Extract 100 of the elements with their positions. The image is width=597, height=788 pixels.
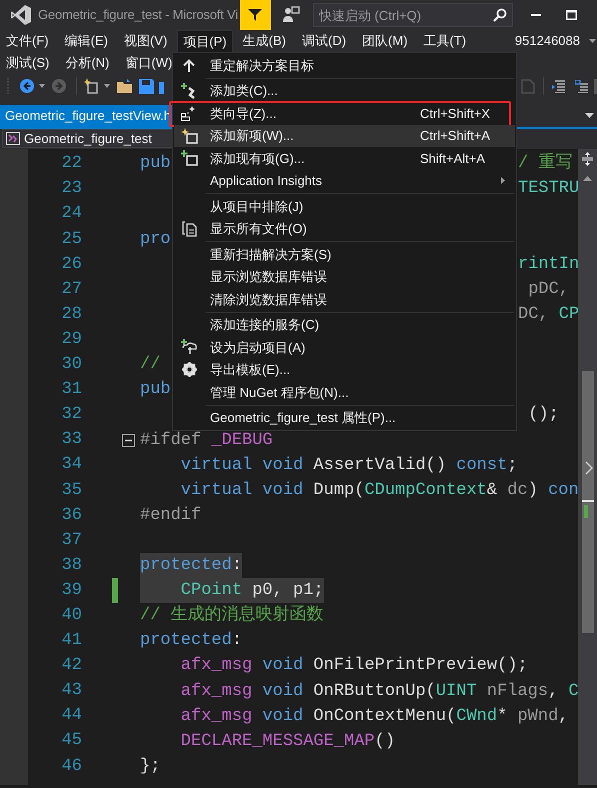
chevron-right-icon[interactable] bbox=[584, 460, 592, 474]
code-line: rintIn bbox=[518, 254, 578, 274]
line-number: 31 bbox=[60, 379, 82, 402]
new-project-icon[interactable] bbox=[84, 78, 100, 94]
menu-item[interactable]: 测试(S) bbox=[0, 52, 56, 74]
menu-item[interactable]: 分析(N) bbox=[59, 52, 116, 74]
menu-item[interactable]: 调试(D) bbox=[296, 30, 352, 52]
menu-entry[interactable]: 添加连接的服务(C) bbox=[174, 314, 515, 336]
code-line: pub bbox=[140, 380, 171, 400]
code-line: DECLARE_MESSAGE_MAP() bbox=[180, 730, 396, 753]
window-title: Geometric_figure_test - Microsoft Vi bbox=[38, 6, 238, 24]
menu-entry[interactable]: 显示所有文件(O) bbox=[174, 218, 515, 240]
code-line: TESTRU bbox=[518, 179, 578, 198]
line-number: 24 bbox=[60, 203, 82, 226]
code-line: afx_msg void OnContextMenu(CWnd* pWnd, bbox=[180, 706, 568, 728]
caret-icon[interactable] bbox=[39, 84, 45, 88]
indent-icon[interactable] bbox=[575, 80, 588, 92]
code-line: #ifdef _DEBUG bbox=[140, 430, 273, 452]
code-line: afx_msg void OnFilePrintPreview(); bbox=[180, 655, 528, 678]
code-line: pub bbox=[140, 154, 171, 174]
line-number: 29 bbox=[60, 328, 82, 351]
open-folder-icon[interactable] bbox=[117, 78, 134, 94]
caret-icon[interactable] bbox=[104, 84, 110, 88]
toolbar-grip-icon bbox=[7, 77, 10, 95]
line-number: 32 bbox=[60, 404, 82, 426]
menu-entry[interactable]: 添加类(C)... bbox=[174, 80, 515, 102]
line-number: 28 bbox=[60, 304, 82, 326]
scope-label: Geometric_figure_test bbox=[24, 130, 152, 148]
menu-item[interactable]: 项目(P) bbox=[177, 30, 233, 52]
minimize-icon[interactable] bbox=[530, 14, 541, 16]
filter-button[interactable] bbox=[240, 0, 271, 30]
add-class-icon bbox=[181, 82, 197, 99]
menu-entry[interactable]: 设为启动项目(A) bbox=[174, 336, 515, 358]
menu-entry[interactable]: 添加现有项(G)... Shift+Alt+A bbox=[174, 147, 515, 170]
feedback-icon[interactable] bbox=[282, 6, 300, 24]
line-number: 35 bbox=[60, 480, 82, 502]
code-line: virtual void Dump(CDumpContext& dc) con bbox=[180, 480, 578, 502]
outdent-icon[interactable] bbox=[552, 80, 565, 92]
code-line: protected: bbox=[140, 630, 242, 652]
project-icon bbox=[6, 132, 20, 145]
menu-entry[interactable]: 重新扫描解决方案(S) bbox=[174, 243, 515, 266]
line-number: 42 bbox=[60, 655, 82, 678]
scroll-thumb[interactable] bbox=[582, 370, 594, 632]
line-number: 34 bbox=[60, 454, 82, 476]
splitter-icon[interactable] bbox=[582, 152, 593, 166]
code-line: / 重写 bbox=[518, 154, 572, 174]
line-number: 37 bbox=[60, 530, 82, 552]
line-number: 39 bbox=[60, 580, 82, 602]
menu-entry[interactable]: 显示浏览数据库错误 bbox=[174, 266, 515, 288]
quick-launch-field[interactable]: 快速启动 (Ctrl+Q) bbox=[312, 3, 513, 27]
line-number: 46 bbox=[60, 756, 82, 778]
menu-entry[interactable]: Geometric_figure_test 属性(P)... bbox=[174, 406, 515, 429]
vertical-scrollbar[interactable] bbox=[578, 148, 597, 784]
app-logo-icon bbox=[10, 4, 32, 26]
caret-icon[interactable] bbox=[589, 39, 596, 43]
line-number: 25 bbox=[60, 228, 82, 251]
line-number: 38 bbox=[60, 554, 82, 577]
menu-item[interactable]: 视图(V) bbox=[118, 30, 174, 52]
code-line: DC, CP bbox=[518, 304, 578, 324]
menu-item[interactable]: 编辑(E) bbox=[58, 30, 114, 52]
code-line: virtual void AssertValid() const; bbox=[180, 454, 518, 477]
caret-icon[interactable] bbox=[585, 113, 594, 118]
menu-item[interactable]: 生成(B) bbox=[236, 30, 292, 52]
back-icon[interactable] bbox=[20, 79, 34, 93]
menu-entry[interactable]: 管理 NuGet 程序包(N)... bbox=[174, 381, 515, 404]
shortcut-label: Shift+Alt+A bbox=[420, 150, 486, 168]
menu-entry[interactable]: Application Insights bbox=[174, 170, 515, 192]
line-number: 22 bbox=[60, 153, 82, 176]
menu-entry[interactable]: 导出模板(E)... bbox=[174, 358, 515, 381]
menu-entry[interactable]: 从项目中排除(J) bbox=[174, 195, 515, 218]
line-number: 45 bbox=[60, 730, 82, 752]
gear-icon bbox=[182, 362, 196, 378]
up-arrow-icon bbox=[183, 58, 195, 72]
save-icon[interactable] bbox=[139, 78, 154, 94]
menu-item[interactable]: 文件(F) bbox=[0, 30, 55, 52]
maximize-icon[interactable] bbox=[566, 10, 577, 20]
line-number: 30 bbox=[60, 354, 82, 376]
add-item-icon bbox=[180, 150, 198, 166]
account-name[interactable]: 951246088 bbox=[514, 31, 580, 51]
code-line: (); bbox=[527, 405, 559, 424]
funnel-icon bbox=[248, 8, 262, 22]
code-line: #endif bbox=[140, 504, 202, 527]
change-mark bbox=[584, 504, 588, 518]
scroll-up-icon[interactable] bbox=[583, 176, 592, 180]
line-number: 23 bbox=[60, 178, 82, 200]
line-number: 27 bbox=[60, 278, 82, 301]
menu-entry[interactable]: 清除浏览数据库错误 bbox=[174, 288, 515, 310]
menu-item[interactable]: 团队(M) bbox=[356, 30, 414, 52]
line-number: 44 bbox=[60, 705, 82, 728]
code-line: // bbox=[140, 355, 160, 374]
menu-item[interactable]: 工具(T) bbox=[418, 30, 472, 52]
new-item-icon bbox=[180, 128, 198, 144]
collapse-icon[interactable] bbox=[122, 434, 135, 447]
line-number: 36 bbox=[60, 504, 82, 527]
shortcut-label: Ctrl+Shift+X bbox=[420, 104, 490, 122]
menu-entry[interactable]: 添加新项(W)... Ctrl+Shift+A bbox=[174, 124, 515, 147]
files-icon bbox=[182, 220, 196, 237]
line-number: 26 bbox=[60, 254, 82, 276]
code-line: pro bbox=[140, 230, 171, 249]
line-number: 43 bbox=[60, 680, 82, 702]
